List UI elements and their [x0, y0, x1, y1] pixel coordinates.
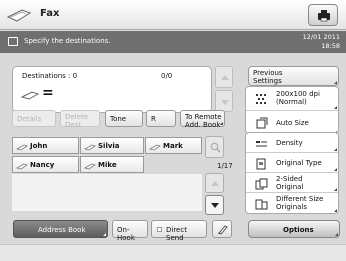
corner-arrow-icon: [331, 106, 337, 109]
two-sided-original-setting[interactable]: 2-Sided Original: [246, 173, 338, 193]
tone-button[interactable]: Tone: [105, 110, 143, 127]
signature-button[interactable]: [212, 220, 232, 238]
fax-entry-icon: [149, 144, 161, 151]
direct-send-button[interactable]: Direct Send: [151, 220, 207, 242]
status-time: 18:58: [321, 42, 340, 50]
app-header: Fax: [0, 0, 346, 30]
dest-scroll-up-button[interactable]: [215, 66, 233, 88]
original-type-icon: [256, 158, 266, 170]
address-book-button[interactable]: Address Book: [13, 220, 108, 238]
fax-entry-icon: [16, 144, 28, 151]
address-entry[interactable]: John: [12, 137, 79, 154]
two-sided-icon: [255, 178, 268, 190]
original-settings-group: Density Original Type 2-Sided Original D…: [245, 132, 339, 214]
to-remote-address-book-button[interactable]: To Remote Add. Book: [180, 110, 225, 129]
options-button[interactable]: Options: [248, 220, 340, 238]
printer-status-button[interactable]: [308, 4, 338, 26]
arrow-up-icon: [221, 75, 229, 80]
info-icon: [8, 37, 18, 46]
original-type-setting[interactable]: Original Type: [246, 153, 338, 173]
address-list-empty-area: [12, 174, 202, 211]
destination-entry: =: [42, 85, 54, 101]
list-scroll-down-button[interactable]: [205, 195, 224, 215]
direct-send-checkbox: [157, 227, 162, 232]
destination-panel[interactable]: Destinations : 0 0/0 =: [12, 66, 212, 113]
status-bar: Specify the destinations. 12/01 2011 18:…: [0, 31, 346, 53]
list-search-button[interactable]: [205, 136, 224, 158]
dest-scroll-down-button[interactable]: [215, 90, 233, 112]
details-button[interactable]: Details: [12, 110, 56, 127]
status-date: 12/01 2011: [302, 33, 340, 41]
arrow-down-icon: [221, 100, 229, 105]
address-entry[interactable]: Silvia: [80, 137, 144, 154]
status-datetime: 12/01 2011 18:58: [303, 33, 340, 51]
density-icon: [256, 141, 267, 147]
fax-entry-icon: [84, 144, 96, 151]
search-icon: [210, 142, 221, 153]
different-size-originals-setting[interactable]: Different Size Originals: [246, 193, 338, 213]
size-icon: [256, 117, 268, 129]
corner-arrow-icon: [331, 148, 337, 151]
corner-arrow-icon: [217, 122, 223, 125]
bottom-bar: [0, 244, 346, 261]
corner-arrow-icon: [331, 188, 337, 191]
status-message: Specify the destinations.: [24, 37, 111, 45]
different-size-icon: [255, 199, 268, 210]
corner-arrow-icon: [332, 233, 338, 236]
fax-entry-icon: [84, 163, 96, 170]
address-entry[interactable]: Nancy: [12, 156, 79, 173]
delete-dest-button[interactable]: Delete Dest: [60, 110, 100, 129]
arrow-down-icon: [211, 203, 219, 208]
fax-destination-icon: [21, 91, 39, 100]
arrow-up-icon: [211, 181, 219, 186]
fax-entry-icon: [16, 163, 28, 170]
destinations-count: 0/0: [161, 72, 173, 80]
address-entry[interactable]: Mike: [80, 156, 144, 173]
on-hook-button[interactable]: On-Hook: [112, 220, 148, 242]
list-scroll-up-button[interactable]: [205, 173, 224, 193]
list-page-indicator: 1/17: [217, 162, 233, 170]
destinations-label: Destinations : 0: [22, 72, 78, 80]
corner-arrow-icon: [331, 209, 337, 212]
scan-settings-group: 200x100 dpi (Normal) Auto Size: [245, 86, 339, 134]
resolution-setting[interactable]: 200x100 dpi (Normal): [246, 87, 338, 111]
r-button[interactable]: R: [146, 110, 176, 127]
corner-arrow-icon: [331, 168, 337, 171]
pen-icon: [218, 225, 228, 235]
corner-arrow-icon: [331, 81, 337, 84]
fax-icon: [6, 9, 32, 22]
corner-arrow-icon: [100, 233, 106, 236]
app-title: Fax: [40, 8, 60, 19]
address-entry[interactable]: Mark: [145, 137, 202, 154]
resolution-icon: [256, 94, 266, 104]
previous-settings-button[interactable]: Previous Settings: [248, 66, 339, 86]
density-setting[interactable]: Density: [246, 133, 338, 153]
printer-icon: [318, 10, 330, 22]
